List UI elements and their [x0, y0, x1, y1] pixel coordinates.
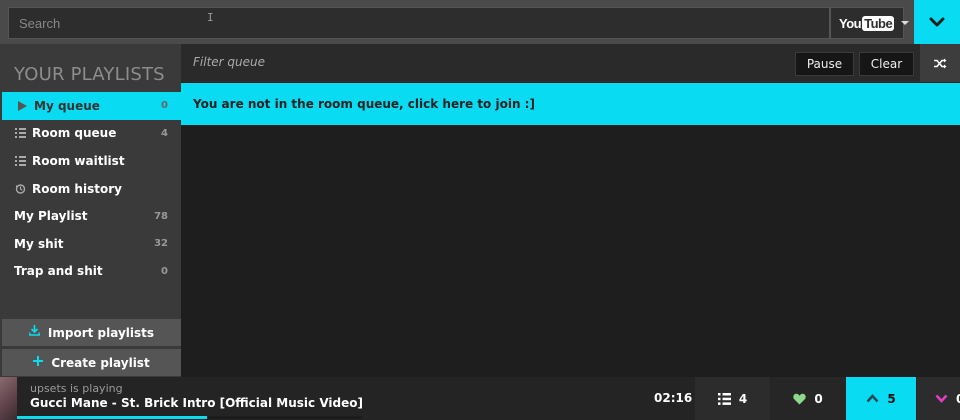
heart-icon — [793, 393, 806, 405]
queue-header: Pause Clear — [181, 44, 960, 82]
meh-count: 0 — [956, 392, 960, 406]
grab-count: 0 — [814, 391, 823, 406]
youtube-logo-you: You — [839, 15, 862, 31]
search-input[interactable] — [9, 8, 829, 38]
collapse-playlist-button[interactable] — [914, 0, 960, 44]
progress-fill — [17, 416, 207, 419]
pause-button[interactable]: Pause — [795, 52, 854, 76]
shuffle-button[interactable] — [920, 44, 960, 82]
top-bar: I YouTube — [0, 0, 960, 44]
playlist-sidebar: YOUR PLAYLISTS My queue 0 Room queue 4 R… — [0, 44, 181, 377]
sidebar-item-room-queue[interactable]: Room queue 4 — [0, 120, 181, 148]
meh-button[interactable]: 0 — [917, 377, 960, 420]
sidebar-item-my-queue[interactable]: My queue 0 — [2, 92, 181, 120]
sidebar-item-label: Room history — [32, 181, 122, 196]
youtube-logo-tube: Tube — [862, 15, 895, 31]
waitlist-button[interactable]: 4 — [695, 377, 770, 420]
waitlist-count: 4 — [738, 391, 748, 406]
join-queue-banner[interactable]: You are not in the room queue, click her… — [181, 83, 960, 125]
import-playlists-label: Import playlists — [47, 325, 155, 340]
list-icon — [12, 128, 28, 139]
sidebar-item-label: Room queue — [32, 126, 117, 141]
sidebar-item-trap-and-shit[interactable]: Trap and shit 0 — [0, 258, 181, 286]
filter-queue-input[interactable] — [193, 55, 493, 69]
sidebar-item-count: 0 — [161, 100, 168, 112]
chevron-up-icon — [866, 394, 879, 403]
chevron-down-icon — [935, 394, 948, 403]
clear-button[interactable]: Clear — [859, 52, 914, 76]
sidebar-item-count: 4 — [161, 127, 168, 139]
sidebar-item-count: 78 — [154, 210, 168, 222]
sidebar-item-my-shit[interactable]: My shit 32 — [0, 230, 181, 258]
text-cursor-icon: I — [207, 11, 214, 24]
video-thumbnail — [0, 377, 17, 420]
sidebar-item-room-history[interactable]: Room history — [0, 175, 181, 203]
dj-status: upsets is playing — [30, 382, 123, 395]
progress-bar — [17, 416, 362, 419]
sidebar-item-my-playlist[interactable]: My Playlist 78 — [0, 202, 181, 230]
sidebar-item-label: My queue — [34, 98, 100, 113]
play-icon — [14, 100, 30, 111]
create-playlist-button[interactable]: Create playlist — [2, 349, 181, 376]
list-icon — [717, 392, 731, 405]
create-playlist-label: Create playlist — [51, 355, 150, 370]
sidebar-item-room-waitlist[interactable]: Room waitlist — [0, 147, 181, 175]
caret-down-icon — [901, 21, 910, 25]
list-icon — [12, 155, 28, 166]
woot-count: 5 — [887, 391, 896, 406]
time-remaining: 02:16 — [654, 391, 693, 405]
player-bar: upsets is playing Gucci Mane - St. Brick… — [0, 377, 960, 420]
youtube-logo: You Tube — [839, 15, 895, 31]
sidebar-item-label: Trap and shit — [14, 264, 103, 279]
playlist-list: My queue 0 Room queue 4 Room waitlist Ro… — [0, 92, 181, 285]
chevron-down-icon — [929, 17, 945, 27]
sidebar-item-count: 0 — [161, 265, 168, 277]
woot-button[interactable]: 5 — [846, 377, 916, 420]
sidebar-title: YOUR PLAYLISTS — [14, 64, 165, 85]
sidebar-item-label: My Playlist — [14, 209, 88, 224]
import-playlists-button[interactable]: Import playlists — [2, 319, 181, 346]
sidebar-item-count: 32 — [154, 238, 168, 250]
shuffle-icon — [933, 58, 946, 68]
media-source-select[interactable]: You Tube — [830, 7, 910, 39]
sidebar-item-label: My shit — [14, 236, 64, 251]
grab-button[interactable]: 0 — [771, 377, 845, 420]
download-icon — [29, 325, 40, 340]
sidebar-item-label: Room waitlist — [32, 153, 125, 168]
history-icon — [12, 183, 28, 194]
queue-panel: Pause Clear You are not in the room queu… — [181, 44, 960, 377]
track-title: Gucci Mane - St. Brick Intro [Official M… — [30, 396, 363, 410]
plus-icon — [33, 355, 44, 370]
search-box[interactable]: I — [8, 7, 830, 39]
